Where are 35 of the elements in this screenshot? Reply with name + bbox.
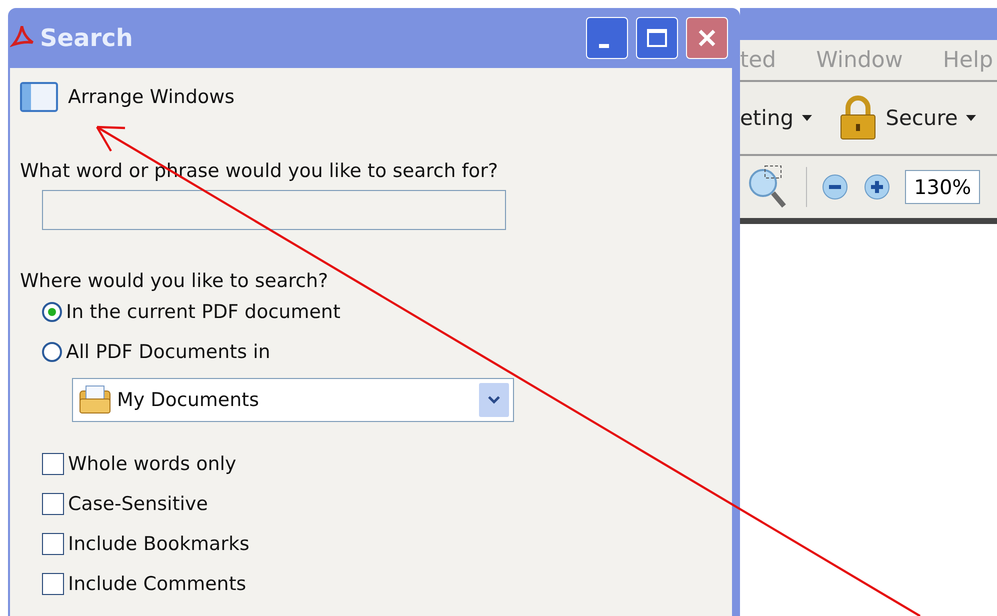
maximize-button[interactable] bbox=[636, 17, 678, 59]
checkbox-label[interactable]: Include Comments bbox=[68, 573, 246, 595]
search-field[interactable] bbox=[42, 190, 506, 230]
zoom-in-icon[interactable] bbox=[863, 173, 891, 201]
window-title: Search bbox=[40, 24, 133, 52]
minimize-button[interactable] bbox=[586, 17, 628, 59]
location-dropdown[interactable]: My Documents bbox=[72, 378, 514, 422]
radio-button[interactable] bbox=[42, 342, 62, 362]
zoom-field[interactable]: 130% bbox=[905, 170, 980, 204]
minimize-icon bbox=[599, 44, 609, 48]
checkbox[interactable] bbox=[42, 493, 64, 515]
window-layout-icon[interactable] bbox=[20, 82, 58, 112]
folder-icon bbox=[79, 385, 111, 415]
toolbar-label[interactable]: Secure bbox=[886, 106, 958, 130]
padlock-icon[interactable] bbox=[838, 95, 878, 141]
radio-button[interactable] bbox=[42, 302, 62, 322]
close-icon bbox=[696, 27, 718, 49]
search-scope-label: Where would you like to search? bbox=[20, 270, 330, 292]
checkbox-label[interactable]: Include Bookmarks bbox=[68, 533, 250, 555]
close-button[interactable] bbox=[686, 17, 728, 59]
location-text: My Documents bbox=[117, 389, 260, 411]
zoom-out-icon[interactable] bbox=[821, 173, 849, 201]
radio-label[interactable]: In the current PDF document bbox=[66, 301, 340, 323]
checkbox[interactable] bbox=[42, 573, 64, 595]
toolbar-label[interactable]: eting bbox=[740, 106, 794, 130]
arrange-windows-label[interactable]: Arrange Windows bbox=[68, 86, 235, 108]
checkbox-label[interactable]: Case-Sensitive bbox=[68, 493, 208, 515]
caret-icon[interactable] bbox=[966, 115, 976, 121]
caret-icon[interactable] bbox=[802, 115, 812, 121]
checkbox[interactable] bbox=[42, 453, 64, 475]
radio-label[interactable]: All PDF Documents in bbox=[66, 341, 270, 363]
pdf-logo-icon bbox=[10, 23, 36, 49]
checkbox-label[interactable]: Whole words only bbox=[68, 453, 236, 475]
checkbox[interactable] bbox=[42, 533, 64, 555]
maximize-icon bbox=[646, 28, 668, 48]
